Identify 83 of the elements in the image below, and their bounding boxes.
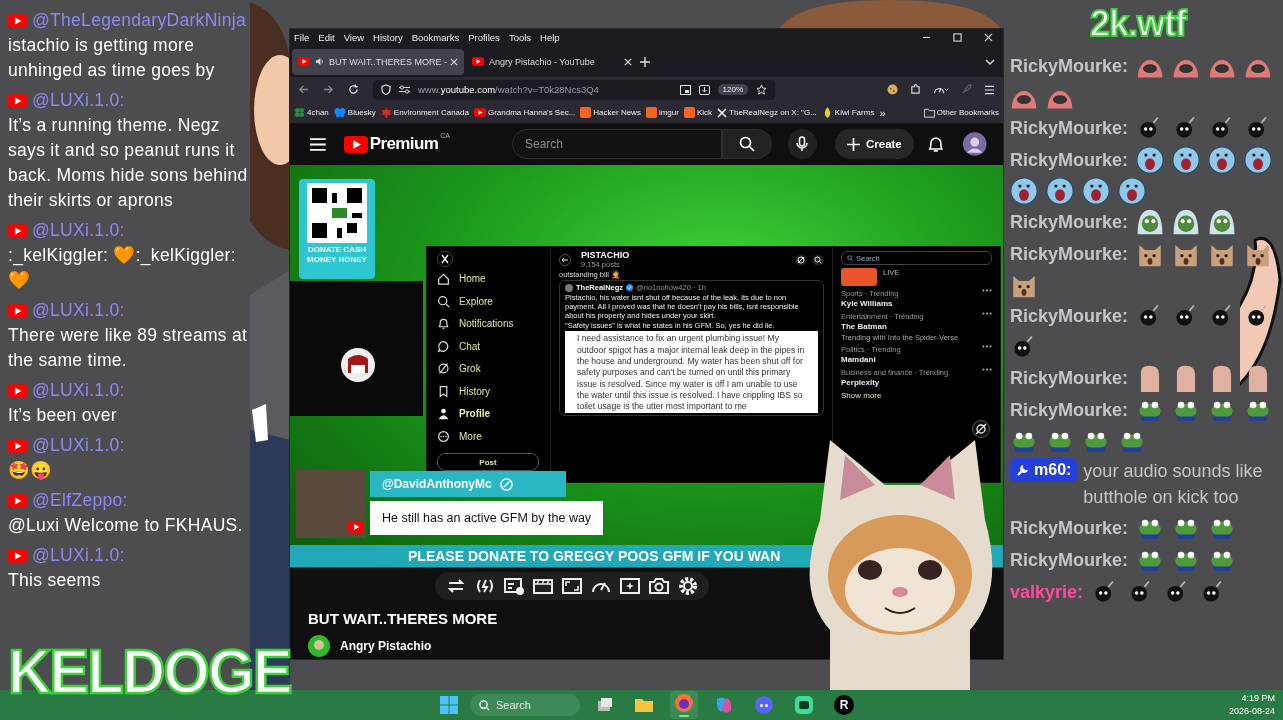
chat-author: m60:	[1034, 460, 1072, 480]
menu-item[interactable]: File	[294, 32, 310, 44]
nav-item[interactable]: Notifications	[437, 312, 546, 335]
chat-message: 🤩😛	[8, 459, 53, 482]
bookmark-link[interactable]: TheRealNegz on X: "G...	[717, 107, 817, 118]
menu-item[interactable]: Edit	[318, 32, 335, 44]
bookmark-folder[interactable]: Other Bookmarks	[923, 107, 999, 118]
fundraiser-text: I need assistance to fix an urgent plumbing issue! My outdoor spigot has a major internal leak deep in the pipes in the house and underground. My water has been shut off for safety purposes and can't be turned on until this primary issue is resolved. Since my water is off I am unable to use the water until this issue is resolved. I have crippling IBS so toilet usage is the utter most important to me	[565, 331, 818, 414]
chat-author: @LUXi.1.0:	[32, 89, 125, 112]
chat-author: @LUXi.1.0:	[32, 299, 125, 322]
trend-topic[interactable]: Perplexity	[841, 378, 949, 389]
menu-item[interactable]: Profiles	[468, 32, 500, 44]
browser-tab[interactable]: BUT WAIT..THERES MORE -	[292, 48, 464, 75]
post-button[interactable]: Post	[437, 453, 539, 472]
chat-author: @ElfZeppo:	[32, 489, 128, 512]
trend-topic[interactable]: The Batman	[841, 322, 959, 333]
ticker-text: PLEASE DONATE TO GREGGY POOS GFM IF YOU WAN	[408, 548, 781, 565]
search-field[interactable]: Search	[512, 129, 723, 160]
comment-text: He still has an active GFM by the way	[370, 501, 604, 536]
bookmark-link[interactable]: Bluesky	[333, 107, 376, 119]
chat-author: RickyMourke:	[1010, 55, 1129, 78]
address-bar[interactable]: www.youtube.com/watch?v=T0k28Ncs3Q4 120%	[373, 79, 775, 100]
chat-author: RickyMourke:	[1010, 211, 1129, 234]
create-button[interactable]: Create	[834, 129, 914, 160]
chat-author: @LUXi.1.0:	[32, 544, 125, 567]
bookmark-link[interactable]: Environment Canada	[380, 107, 469, 119]
menu-item[interactable]: Help	[540, 32, 560, 44]
comment-author: @DavidAnthonyMc	[382, 477, 492, 492]
trend-topic[interactable]: Kyle Williams	[841, 299, 899, 310]
show-more-link[interactable]: Show more	[841, 391, 992, 401]
app-icon[interactable]: R	[834, 695, 854, 715]
logo-text[interactable]: Premium	[369, 134, 439, 155]
bookmark-link[interactable]: imgur	[645, 107, 679, 119]
zoom-level[interactable]: 120%	[717, 84, 748, 96]
chat-message: istachio is getting more unhinged as time goes by	[8, 34, 216, 82]
chat-author: RickyMourke:	[1010, 399, 1129, 422]
nav-item[interactable]: Profile	[437, 402, 546, 425]
chat-author: RickyMourke:	[1010, 367, 1129, 390]
menu-item[interactable]: View	[343, 32, 365, 44]
chat-message: your audio sounds like butthole on kick too	[1083, 460, 1264, 509]
chat-author: RickyMourke:	[1010, 549, 1129, 572]
menu-item[interactable]: Bookmarks	[411, 32, 460, 44]
menu-item[interactable]: Tools	[508, 32, 532, 44]
chat-message: It’s a running theme. Negz says it and so peanut runs it back. Moms hide sons behind their skirts or aprons	[8, 114, 248, 212]
chat-message: This seems	[8, 569, 101, 592]
chat-message: @Luxi Welcome to FKHAUS.	[8, 514, 243, 537]
chat-author: RickyMourke:	[1010, 149, 1129, 172]
bookmark-link[interactable]: Grandma Hanna's Sec...	[473, 108, 576, 118]
menu-item[interactable]: History	[373, 32, 403, 44]
chat-author: @LUXi.1.0:	[32, 219, 125, 242]
nav-item[interactable]: Grok	[437, 357, 546, 380]
channel-name[interactable]: Angry Pistachio	[340, 638, 432, 653]
chat-author: RickyMourke:	[1010, 305, 1129, 328]
streamer-name: KELDOGE	[8, 638, 291, 706]
nav-item[interactable]: History	[437, 379, 546, 403]
chat-author: @LUXi.1.0:	[32, 434, 125, 457]
clock-time[interactable]: 4:19 PM	[1241, 692, 1275, 705]
nav-item[interactable]: Home	[437, 267, 546, 290]
chat-message: :_kelKiggler: 🧡:_kelKiggler:🧡	[8, 244, 237, 292]
chat-author: RickyMourke:	[1010, 243, 1129, 266]
clock-date[interactable]: 2026-08-24	[1228, 705, 1275, 718]
search-field[interactable]: Search	[470, 694, 580, 716]
video-title: BUT WAIT..THERES MORE	[307, 608, 499, 629]
chat-author: RickyMourke:	[1010, 517, 1129, 540]
chat-message: There were like 89 streams at the same time.	[8, 324, 248, 372]
chat-author: RickyMourke:	[1010, 117, 1129, 140]
chat-author: @LUXi.1.0:	[32, 379, 125, 402]
chat-author: valkyrie:	[1010, 581, 1084, 604]
nav-item[interactable]: Chat	[437, 334, 546, 358]
bookmark-link[interactable]: Kiwi Farms	[821, 107, 875, 119]
bookmark-link[interactable]: 4chan	[294, 107, 329, 119]
site-tag: 2k.wtf	[1090, 2, 1187, 46]
bookmark-link[interactable]: Kick	[683, 107, 713, 119]
browser-tab[interactable]: Angry Pistachio - YouTube	[466, 48, 638, 75]
bookmark-link[interactable]: Hacker News	[580, 107, 641, 119]
donate-card: DONATE CASH MONEY HONEY	[299, 179, 375, 280]
profile-name: PISTACHIO	[581, 250, 630, 261]
trend-topic[interactable]: Mamdani	[841, 355, 901, 366]
nav-item[interactable]: More	[437, 424, 546, 448]
nav-item[interactable]: Explore	[437, 289, 546, 313]
chat-author: @TheLegendaryDarkNinja	[32, 9, 247, 32]
more-bookmarks-button[interactable]: »	[879, 106, 886, 119]
chat-message: It’s been over	[8, 404, 117, 427]
